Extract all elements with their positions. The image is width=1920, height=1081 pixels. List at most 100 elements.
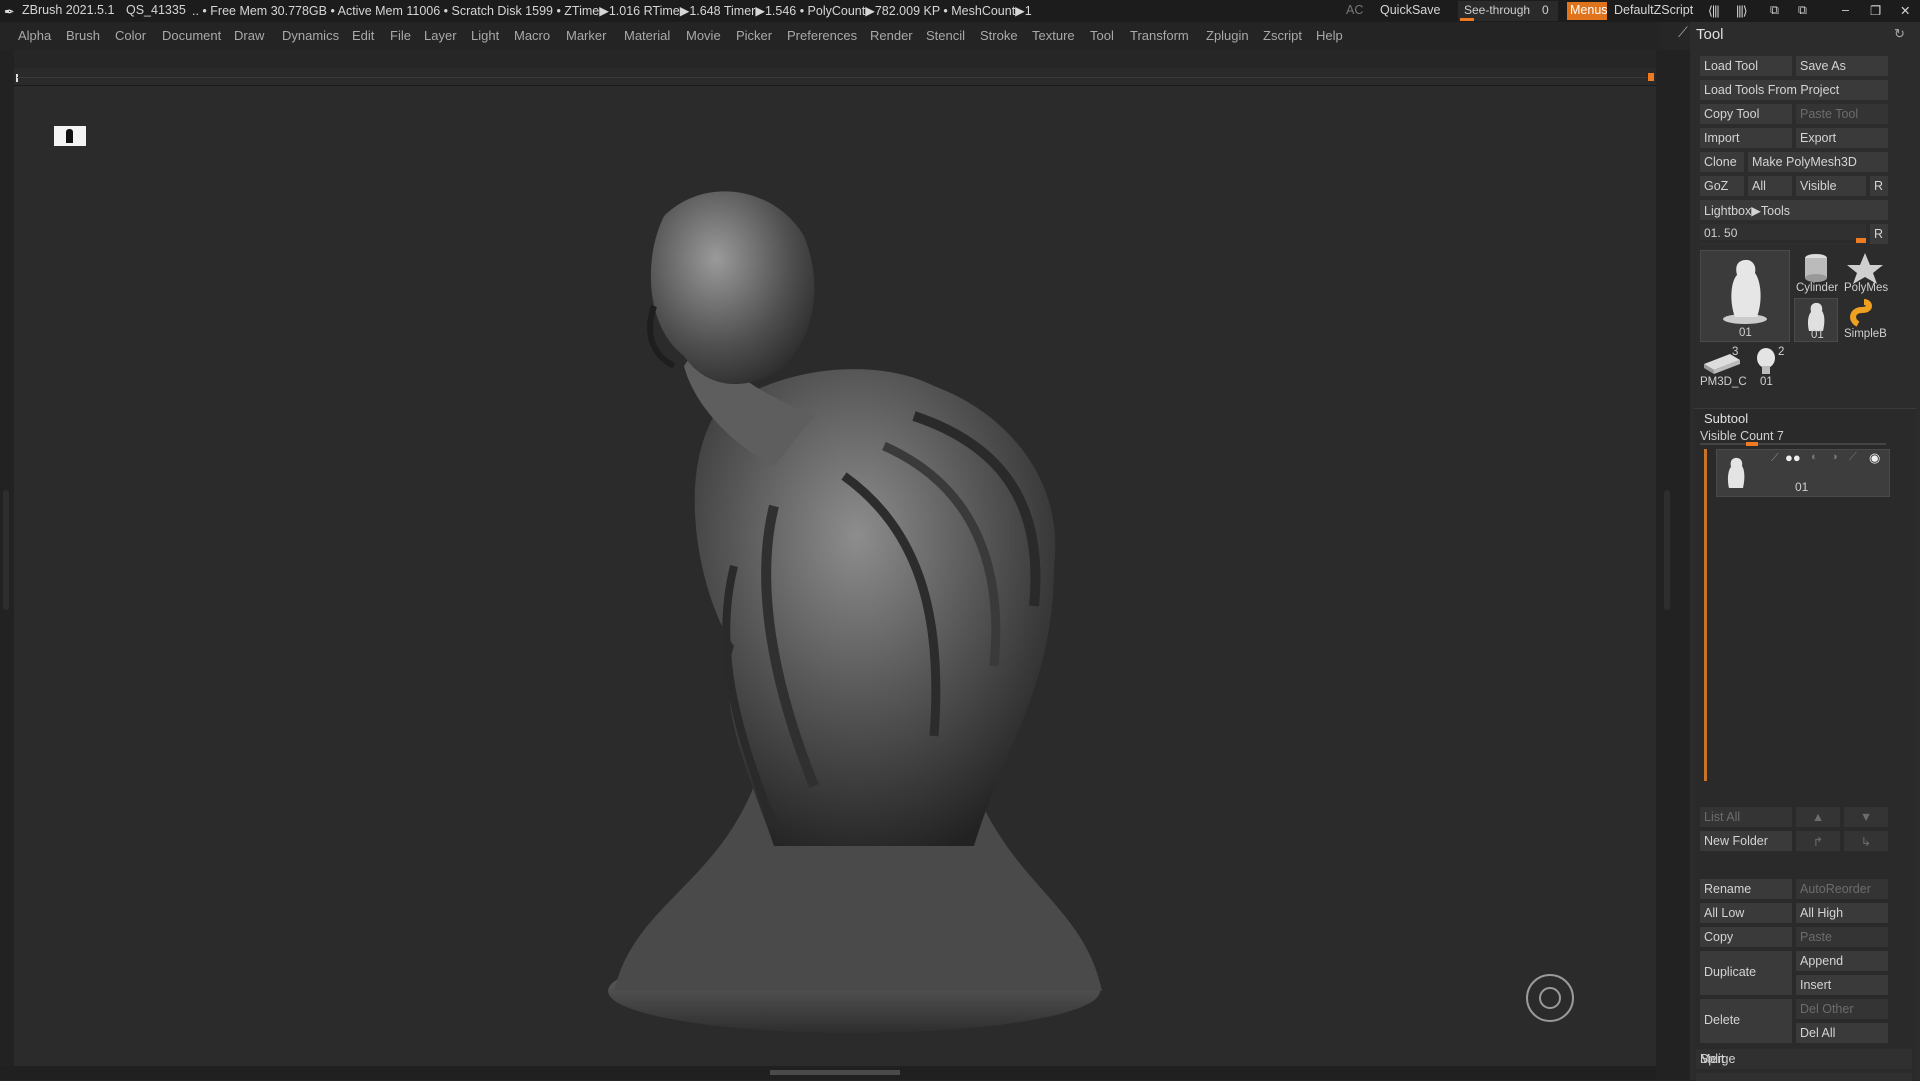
menu-render[interactable]: Render	[870, 28, 913, 43]
quicksave-button[interactable]: QuickSave	[1380, 3, 1440, 17]
menu-zplugin[interactable]: Zplugin	[1206, 28, 1249, 43]
restore-icon[interactable]: ❐	[1870, 3, 1881, 18]
subtool-scrollbar[interactable]	[1704, 449, 1707, 781]
del-all-button[interactable]: Del All	[1796, 1023, 1888, 1043]
subtool-brush-icon[interactable]: ⟋	[1771, 452, 1779, 465]
menu-movie[interactable]: Movie	[686, 28, 721, 43]
menu-picker[interactable]: Picker	[736, 28, 772, 43]
copy-button[interactable]: Copy	[1700, 927, 1792, 947]
all-low-button[interactable]: All Low	[1700, 903, 1792, 923]
menu-zscript[interactable]: Zscript	[1263, 28, 1302, 43]
tool-thumb-main[interactable]: 01	[1700, 250, 1790, 342]
menu-preferences[interactable]: Preferences	[787, 28, 857, 43]
list-all-button[interactable]: List All	[1700, 807, 1792, 827]
export-button[interactable]: Export	[1796, 128, 1888, 148]
layout-icon-1[interactable]: ⟨|||	[1708, 3, 1720, 18]
panel-refresh-icon[interactable]: ↻	[1894, 26, 1905, 42]
goz-r-button[interactable]: R	[1870, 176, 1888, 196]
tool-r-button[interactable]: R	[1870, 224, 1888, 244]
default-zscript[interactable]: DefaultZScript	[1614, 3, 1693, 17]
delete-button[interactable]: Delete	[1700, 999, 1792, 1043]
subtool-item[interactable]: ⟋ ●● ◐ ◑ ⟋ ◉ 01	[1716, 449, 1890, 497]
timeline-end-marker[interactable]	[1648, 73, 1654, 81]
bottom-tray-handle[interactable]	[770, 1070, 900, 1075]
tool-thumb-head[interactable]: 2 01	[1748, 346, 1792, 390]
import-button[interactable]: Import	[1700, 128, 1792, 148]
load-tools-from-project-button[interactable]: Load Tools From Project	[1700, 80, 1888, 100]
menu-help[interactable]: Help	[1316, 28, 1343, 43]
save-as-button[interactable]: Save As	[1796, 56, 1888, 76]
new-folder-button[interactable]: New Folder	[1700, 831, 1792, 851]
menu-layer[interactable]: Layer	[424, 28, 457, 43]
menu-alpha[interactable]: Alpha	[18, 28, 51, 43]
seethrough-slider[interactable]: See-through 0	[1458, 1, 1558, 21]
window-icon-2[interactable]: ⧉	[1798, 3, 1807, 18]
visible-count-track[interactable]	[1700, 443, 1886, 445]
paste-tool-button[interactable]: Paste Tool	[1796, 104, 1888, 124]
menu-dynamics[interactable]: Dynamics	[282, 28, 339, 43]
goz-all-button[interactable]: All	[1748, 176, 1792, 196]
append-button[interactable]: Append	[1796, 951, 1888, 971]
move-up-icon[interactable]: ▲	[1796, 807, 1840, 827]
tool-slider-knob[interactable]	[1856, 238, 1866, 243]
menu-edit[interactable]: Edit	[352, 28, 374, 43]
menus-toggle[interactable]: Menus	[1567, 2, 1608, 20]
menu-brush[interactable]: Brush	[66, 28, 100, 43]
subtool-eye-icon[interactable]: ◉	[1869, 450, 1880, 466]
goz-button[interactable]: GoZ	[1700, 176, 1744, 196]
duplicate-button[interactable]: Duplicate	[1700, 951, 1792, 995]
del-other-button[interactable]: Del Other	[1796, 999, 1888, 1019]
subtool-lock-icon[interactable]: ⟋	[1849, 451, 1857, 464]
subtool-toggle-icon[interactable]: ●●	[1785, 450, 1801, 465]
menu-stencil[interactable]: Stencil	[926, 28, 965, 43]
bottom-tray-edge[interactable]	[0, 1066, 1660, 1080]
tool-thumb-polymesh[interactable]: PolyMes	[1842, 250, 1888, 296]
all-high-button[interactable]: All High	[1796, 903, 1888, 923]
menu-draw[interactable]: Draw	[234, 28, 264, 43]
goz-visible-button[interactable]: Visible	[1796, 176, 1866, 196]
tool-pin-icon[interactable]: ⟋	[1678, 24, 1688, 41]
tool-slider[interactable]: 01. 50	[1700, 224, 1866, 244]
menu-document[interactable]: Document	[162, 28, 221, 43]
left-tray-edge[interactable]	[0, 50, 14, 1080]
folder-up-icon[interactable]: ↱	[1796, 831, 1840, 851]
menu-tool[interactable]: Tool	[1090, 28, 1114, 43]
tool-thumb-simpleb[interactable]: SimpleB	[1842, 298, 1888, 342]
canvas-viewport[interactable]	[14, 86, 1656, 1066]
autoreorder-button[interactable]: AutoReorder	[1796, 879, 1888, 899]
minimize-icon[interactable]: ‒	[1842, 3, 1849, 17]
subtool-title[interactable]: Subtool	[1704, 411, 1748, 426]
menu-transform[interactable]: Transform	[1130, 28, 1189, 43]
insert-button[interactable]: Insert	[1796, 975, 1888, 995]
visible-count-knob[interactable]	[1746, 442, 1758, 446]
menu-marker[interactable]: Marker	[566, 28, 606, 43]
clone-button[interactable]: Clone	[1700, 152, 1744, 172]
menu-file[interactable]: File	[390, 28, 411, 43]
tool-thumb-pm3d[interactable]: 3 PM3D_C	[1700, 346, 1747, 390]
lightbox-tools-button[interactable]: Lightbox▶Tools	[1700, 200, 1888, 220]
paste-button[interactable]: Paste	[1796, 927, 1888, 947]
close-icon[interactable]: ✕	[1900, 3, 1910, 18]
subtool-mask-icon[interactable]: ◑	[1831, 451, 1838, 463]
menu-stroke[interactable]: Stroke	[980, 28, 1018, 43]
right-tray-edge[interactable]	[1656, 50, 1690, 1080]
merge-section[interactable]: Merge	[1700, 1052, 1735, 1066]
menu-color[interactable]: Color	[115, 28, 146, 43]
ac-indicator[interactable]: AC	[1346, 3, 1363, 17]
sculpt-model[interactable]	[14, 86, 1656, 1066]
timeline-start-marker[interactable]	[16, 74, 18, 82]
navigation-gizmo-icon[interactable]	[1526, 974, 1574, 1022]
folder-down-icon[interactable]: ↳	[1844, 831, 1888, 851]
menu-macro[interactable]: Macro	[514, 28, 550, 43]
window-icon-1[interactable]: ⧉	[1770, 3, 1779, 18]
layout-icon-2[interactable]: |||⟩	[1736, 3, 1748, 18]
tool-thumb-cylinder[interactable]: Cylinder	[1794, 250, 1840, 296]
load-tool-button[interactable]: Load Tool	[1700, 56, 1792, 76]
make-polymesh3d-button[interactable]: Make PolyMesh3D	[1748, 152, 1888, 172]
tool-thumb-small[interactable]: 01	[1794, 298, 1838, 342]
copy-tool-button[interactable]: Copy Tool	[1700, 104, 1792, 124]
subtool-polypaint-icon[interactable]: ◐	[1811, 451, 1818, 463]
menu-material[interactable]: Material	[624, 28, 670, 43]
menu-texture[interactable]: Texture	[1032, 28, 1075, 43]
rename-button[interactable]: Rename	[1700, 879, 1792, 899]
